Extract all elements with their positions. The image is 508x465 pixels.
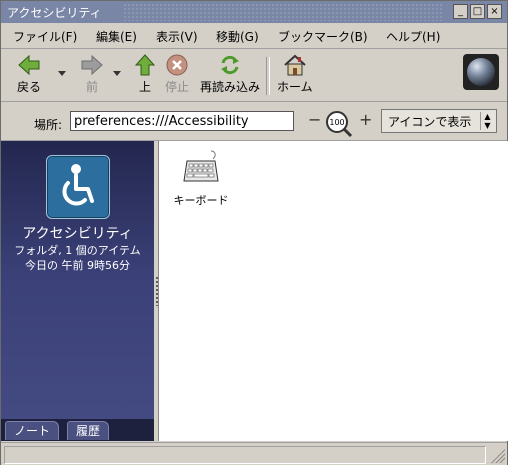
activity-throbber <box>463 54 499 90</box>
back-arrow-icon <box>18 54 40 76</box>
toolbar-separator <box>266 57 270 95</box>
file-item-label: キーボード <box>173 194 229 207</box>
title-bar[interactable]: アクセシビリティ _ □ × <box>1 1 507 23</box>
file-item-keyboard[interactable]: キーボード <box>166 147 236 208</box>
resize-grip-icon[interactable] <box>491 449 505 463</box>
home-button[interactable]: ホーム <box>277 53 313 95</box>
sidebar: アクセシビリティ フォルダ, 1 個のアイテム 今日の 午前 9時56分 ノート… <box>1 141 154 441</box>
menu-edit[interactable]: 編集(E) <box>96 28 137 45</box>
sidebar-item-count: フォルダ, 1 個のアイテム <box>14 244 141 257</box>
reload-icon <box>221 55 239 75</box>
forward-label: 前 <box>85 80 98 94</box>
reload-label: 再読み込み <box>200 80 261 94</box>
zoom-level-icon[interactable]: 100 <box>324 109 354 139</box>
spinner-arrows-icon: ▲ ▼ <box>480 112 494 130</box>
menu-view[interactable]: 表示(V) <box>156 28 198 45</box>
home-icon <box>284 54 306 76</box>
file-view[interactable]: キーボード <box>158 141 508 441</box>
menu-file[interactable]: ファイル(F) <box>13 28 77 45</box>
stop-label: 停止 <box>164 80 189 94</box>
maximize-button[interactable]: □ <box>470 4 485 19</box>
zoom-in-button[interactable]: + <box>359 112 373 128</box>
file-manager-window: アクセシビリティ _ □ × ファイル(F) 編集(E) 表示(V) 移動(G)… <box>0 0 508 465</box>
view-mode-select[interactable]: アイコンで表示 ▲ ▼ <box>381 109 497 133</box>
forward-button[interactable]: 前 <box>79 53 105 95</box>
view-mode-value: アイコンで表示 <box>388 115 472 129</box>
forward-history-chevron-down-icon[interactable] <box>113 71 121 76</box>
wheelchair-icon <box>62 164 94 206</box>
location-input[interactable] <box>70 111 294 131</box>
sidebar-modified-time: 今日の 午前 9時56分 <box>25 259 130 272</box>
tab-history[interactable]: 履歴 <box>67 421 110 440</box>
up-arrow-icon <box>134 54 156 76</box>
toolbar: 戻る 前 上 停止 再読み込み ホーム <box>1 49 507 102</box>
reload-button[interactable]: 再読み込み <box>200 53 260 95</box>
titlebar-texture <box>123 3 443 21</box>
back-history-chevron-down-icon[interactable] <box>58 71 66 76</box>
location-bar: 場所: − 100 + アイコンで表示 ▲▼ <box>1 102 507 141</box>
forward-arrow-icon <box>81 54 103 76</box>
location-label: 場所: <box>34 118 63 132</box>
menu-help[interactable]: ヘルプ(H) <box>386 28 440 45</box>
up-button[interactable]: 上 <box>132 53 158 95</box>
throbber-orb-icon <box>467 58 495 86</box>
sidebar-folder-title: アクセシビリティ <box>22 226 133 242</box>
keyboard-icon <box>183 150 219 182</box>
stop-icon <box>166 54 188 76</box>
minimize-button[interactable]: _ <box>453 4 468 19</box>
menu-bar: ファイル(F) 編集(E) 表示(V) 移動(G) ブックマーク(B) ヘルプ(… <box>1 24 507 49</box>
accessibility-folder-icon <box>46 155 110 219</box>
status-field <box>4 446 486 464</box>
home-label: ホーム <box>277 80 313 94</box>
menu-bookmarks[interactable]: ブックマーク(B) <box>278 28 368 45</box>
back-label: 戻る <box>16 80 41 94</box>
up-label: 上 <box>138 80 151 94</box>
menu-go[interactable]: 移動(G) <box>216 28 259 45</box>
window-title: アクセシビリティ <box>7 6 102 20</box>
zoom-out-button[interactable]: − <box>308 112 322 128</box>
sidebar-tabs: ノート 履歴 <box>1 419 154 441</box>
status-bar <box>1 442 507 465</box>
back-button[interactable]: 戻る <box>16 53 42 95</box>
tab-notes[interactable]: ノート <box>5 421 60 440</box>
zoom-level-text: 100 <box>329 118 344 127</box>
stop-button[interactable]: 停止 <box>164 53 190 95</box>
close-button[interactable]: × <box>487 4 502 19</box>
